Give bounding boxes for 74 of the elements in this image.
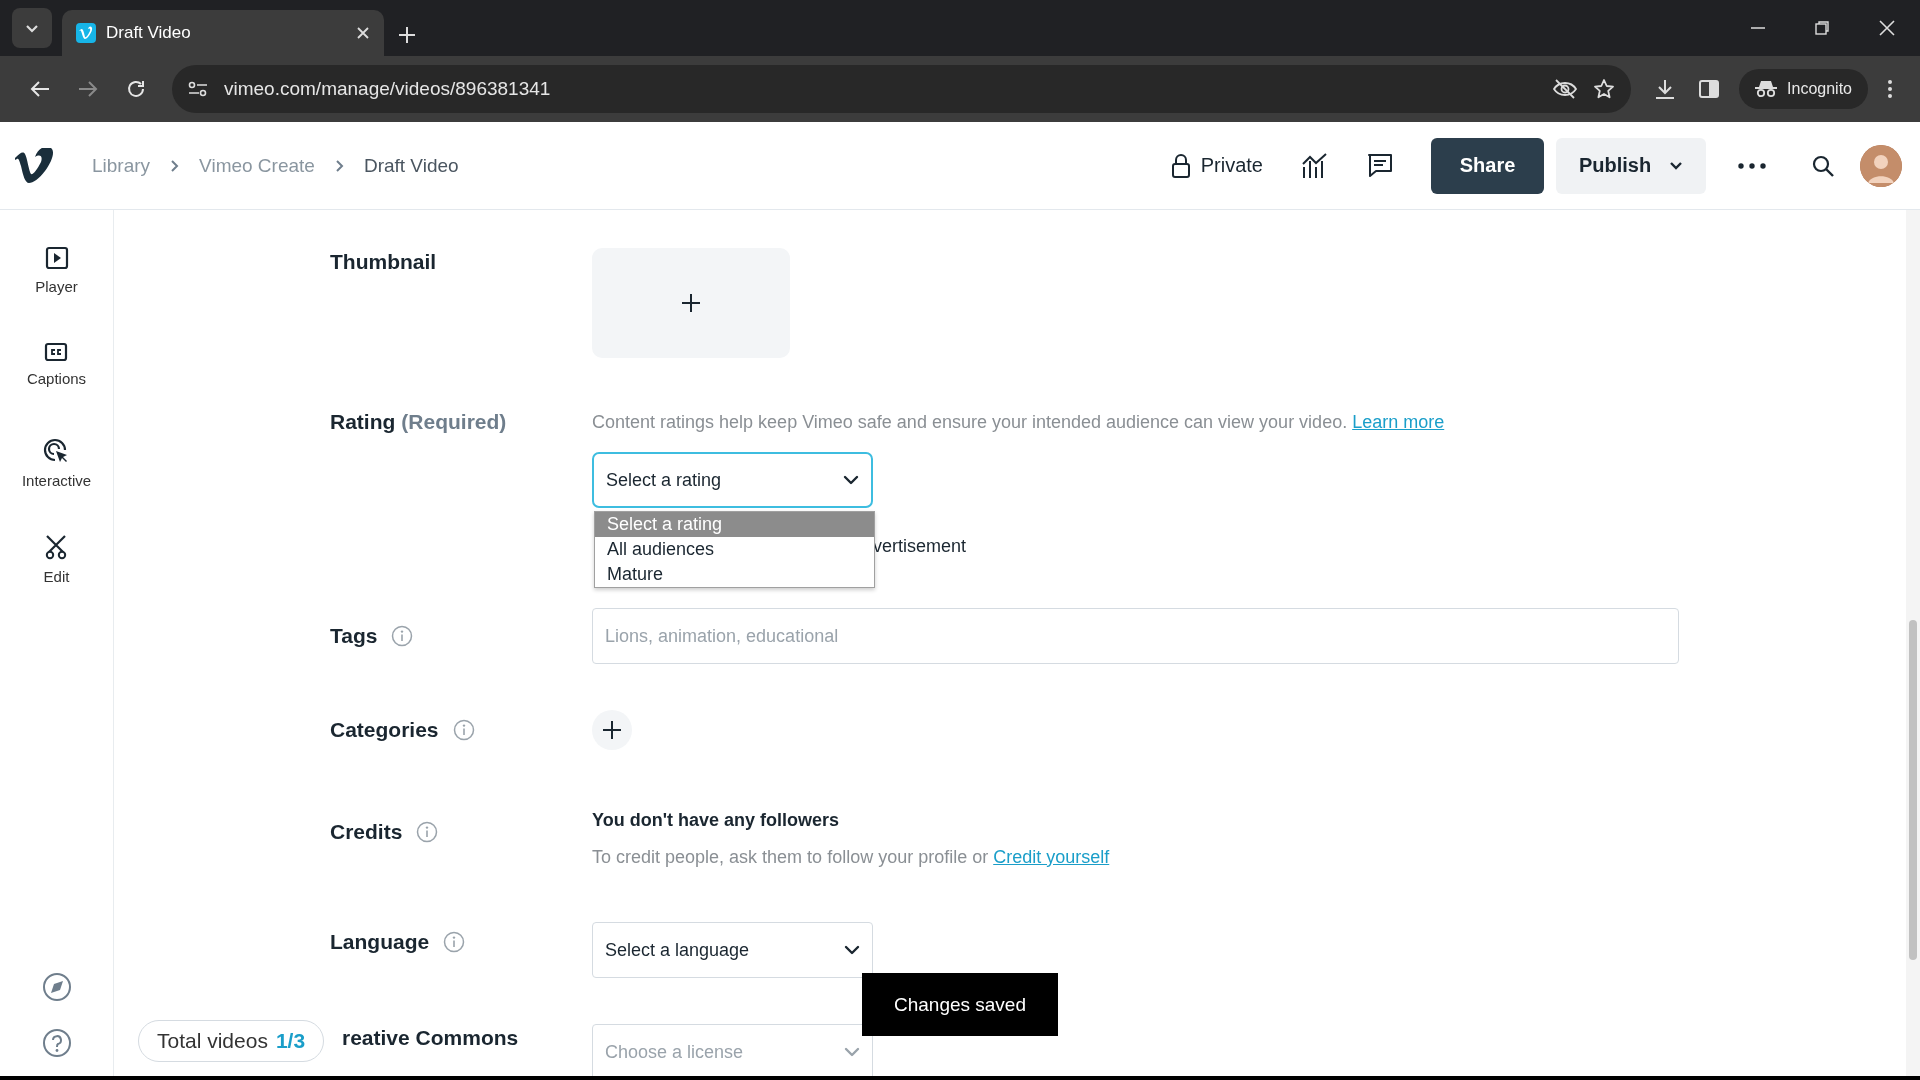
rating-option[interactable]: Mature <box>595 562 874 587</box>
field-label: reative Commons <box>342 1026 519 1050</box>
add-category-button[interactable] <box>592 710 632 750</box>
chevron-right-icon <box>170 158 180 173</box>
browser-tab[interactable]: Draft Video <box>62 10 384 56</box>
info-icon[interactable] <box>443 931 466 953</box>
chevron-down-icon <box>843 475 859 485</box>
reload-icon[interactable] <box>126 79 146 99</box>
back-arrow-icon[interactable] <box>30 80 50 98</box>
rating-description: Content ratings help keep Vimeo safe and ensure your intended audience can view your video. Learn more <box>592 411 1446 434</box>
captions-icon <box>44 342 69 362</box>
field-label: Rating <box>330 410 396 434</box>
compass-icon[interactable] <box>41 972 72 1002</box>
incognito-button[interactable]: Incognito <box>1739 69 1868 109</box>
rating-option[interactable]: All audiences <box>595 537 874 562</box>
v-logo-icon <box>76 23 96 43</box>
scissors-icon <box>44 534 69 560</box>
sidebar-item[interactable]: Interactive <box>21 438 92 534</box>
plus-icon <box>602 720 622 740</box>
eye-slash-icon[interactable] <box>1553 79 1578 99</box>
side-panel-icon[interactable] <box>1699 80 1720 98</box>
close-icon[interactable] <box>356 26 370 40</box>
field-label: Credits <box>330 820 403 844</box>
address-bar[interactable]: vimeo.com/manage/videos/896381341 <box>172 65 1632 113</box>
kebab-menu-icon[interactable] <box>1888 80 1892 98</box>
sidebar-item[interactable]: Player <box>35 246 78 342</box>
url-text: vimeo.com/manage/videos/896381341 <box>224 78 552 100</box>
publish-button[interactable]: Publish <box>1556 137 1706 194</box>
download-icon[interactable] <box>1655 79 1676 99</box>
new-tab-icon[interactable] <box>398 26 416 44</box>
total-videos-counter[interactable]: Total videos 1/3 <box>138 1020 325 1062</box>
chevron-down-icon <box>844 945 860 955</box>
add-thumbnail-button[interactable] <box>592 248 790 358</box>
plus-icon <box>681 293 701 313</box>
chevron-down-icon <box>25 23 39 33</box>
scrollbar-thumb[interactable] <box>1909 620 1917 960</box>
share-button[interactable]: Share <box>1431 137 1544 194</box>
field-label: Categories <box>330 718 439 742</box>
info-icon[interactable] <box>416 821 439 843</box>
search-icon[interactable] <box>1812 154 1834 177</box>
required-note: (Required) <box>401 410 507 434</box>
chevron-right-icon <box>334 158 344 173</box>
chevron-down-icon <box>844 1047 860 1057</box>
restore-icon[interactable] <box>1815 21 1829 35</box>
tab-title: Draft Video <box>106 23 192 43</box>
help-icon[interactable] <box>41 1028 72 1058</box>
tags-input[interactable]: Lions, animation, educational <box>592 608 1679 664</box>
checkbox-label: vertisement <box>873 536 968 558</box>
incognito-icon <box>1755 80 1778 98</box>
language-select[interactable]: Select a language <box>592 922 873 978</box>
lock-icon <box>1170 153 1191 178</box>
chevron-down-icon <box>1669 161 1684 170</box>
sidebar-item[interactable]: Captions <box>26 342 87 438</box>
field-label: Language <box>330 930 430 954</box>
forward-arrow-icon[interactable] <box>78 80 98 98</box>
field-label: Tags <box>330 624 378 648</box>
info-icon[interactable] <box>452 719 475 741</box>
stats-chart-icon[interactable] <box>1301 152 1329 179</box>
cursor-target-icon <box>43 438 70 464</box>
breadcrumb-link[interactable]: Draft Video <box>363 154 459 177</box>
no-followers-heading: You don't have any followers <box>592 810 840 831</box>
privacy-button[interactable]: Private <box>1170 153 1263 178</box>
info-icon[interactable] <box>391 625 414 647</box>
more-icon[interactable] <box>1738 162 1766 169</box>
toast-message: Changes saved <box>862 973 1058 1036</box>
credits-description: To credit people, ask them to follow your profile or Credit yourself <box>592 847 1111 868</box>
comment-icon[interactable] <box>1367 152 1393 179</box>
avatar[interactable] <box>1860 144 1902 187</box>
play-square-icon <box>44 246 69 270</box>
close-icon[interactable] <box>1879 20 1895 36</box>
field-label: Thumbnail <box>330 250 437 274</box>
star-icon[interactable] <box>1593 78 1616 100</box>
sidebar-item[interactable]: Edit <box>43 534 70 630</box>
site-settings-icon[interactable] <box>188 81 208 97</box>
